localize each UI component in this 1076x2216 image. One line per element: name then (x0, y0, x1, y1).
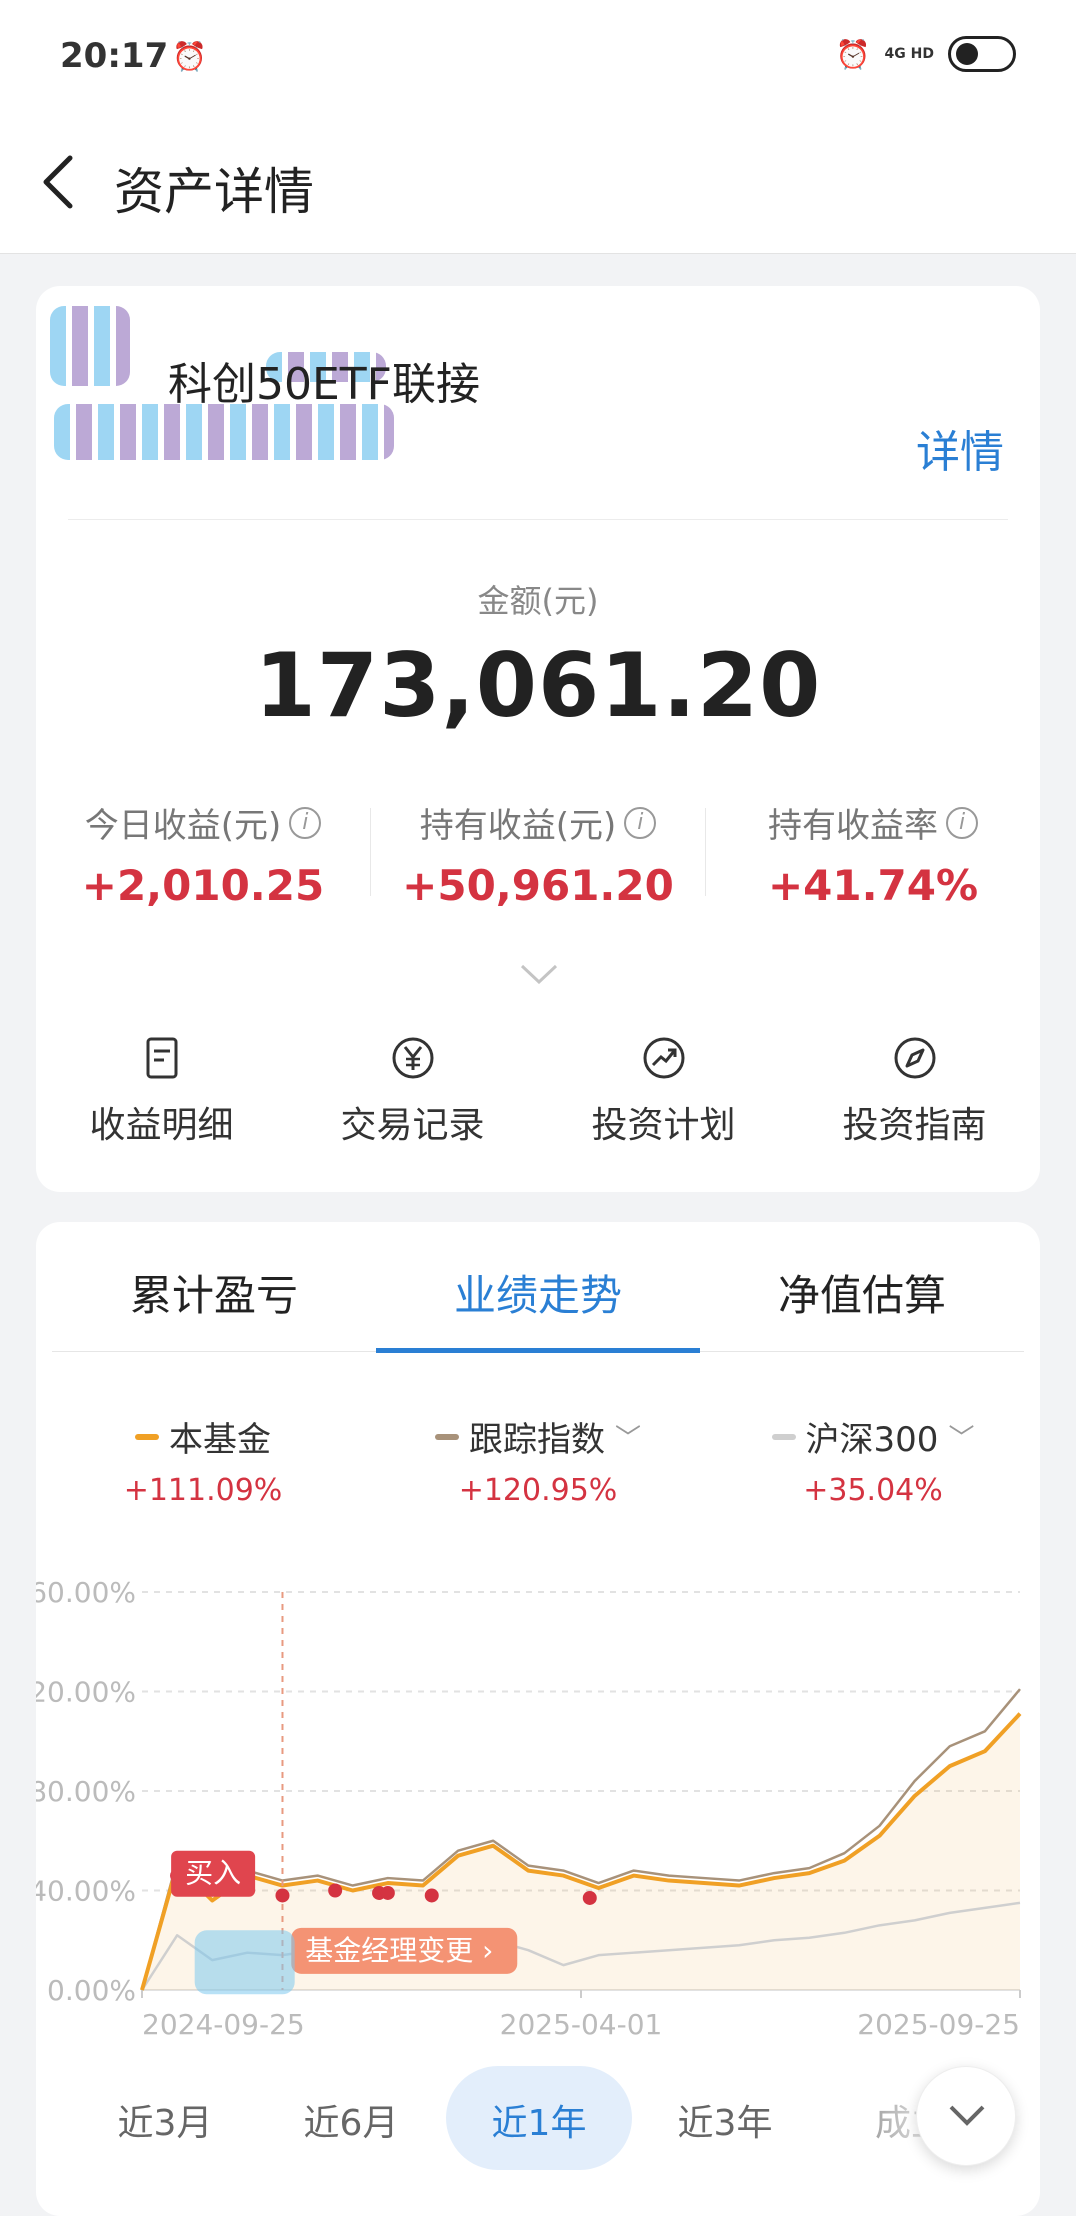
stat-holding-yield[interactable]: 持有收益率 i +41.74% (706, 798, 1040, 910)
legend-swatch (135, 1433, 159, 1440)
fund-name: 科创50ETF联接 (168, 359, 480, 410)
action-label: 投资计划 (591, 1105, 736, 1146)
buy-point (424, 1888, 439, 1903)
info-icon[interactable]: i (624, 806, 657, 839)
legend-value: +120.95% (458, 1473, 618, 1508)
legend-value: +111.09% (123, 1473, 283, 1508)
stat-today-earnings[interactable]: 今日收益(元) i +2,010.25 (36, 798, 370, 910)
compass-icon (894, 1037, 935, 1079)
manager-change-label: 基金经理变更 › (305, 1934, 493, 1967)
app-header: 资产详情 (0, 112, 1076, 254)
tab-cumulative-pnl[interactable]: 累计盈亏 (52, 1262, 376, 1323)
y-tick-label: 0.00% (47, 1974, 136, 2007)
buy-point (328, 1883, 343, 1898)
stat-label: 持有收益(元) (419, 806, 617, 846)
buy-point (582, 1890, 597, 1905)
range-6m[interactable]: 近6月 (258, 2094, 444, 2146)
x-tick-label: 2025-09-25 (857, 2008, 1020, 2041)
amount-value: 173,061.20 (254, 634, 822, 737)
stat-label: 今日收益(元) (84, 806, 282, 846)
performance-chart[interactable]: 160.00% 120.00% 80.00% 40.00% 0.00%2024-09-2… (36, 1542, 1040, 2042)
legend-name: 沪深300 (805, 1420, 939, 1460)
y-tick-label: 40.00% (36, 1875, 136, 1908)
legend-swatch (434, 1433, 459, 1440)
fund-summary-card: 科创50ETF联接 详情 金额(元) 173,061.20 今日收益(元) i +… (36, 286, 1040, 1192)
stat-value: +50,961.20 (402, 861, 674, 910)
stat-holding-earnings[interactable]: 持有收益(元) i +50,961.20 (371, 798, 705, 910)
alarm-clock-icon: ⏰ (835, 37, 871, 71)
range-1y[interactable]: 近1年 (446, 2094, 632, 2146)
buy-tag-label: 买入 (185, 1857, 241, 1890)
stat-value: +2,010.25 (81, 861, 325, 910)
page-title: 资产详情 (114, 163, 314, 221)
detail-link[interactable]: 详情 (916, 416, 1004, 480)
action-investment-plan[interactable]: 投资计划 (538, 1036, 789, 1148)
x-tick-label: 2025-04-01 (500, 2008, 663, 2041)
network-label: 4G HD (884, 45, 934, 62)
action-label: 收益明细 (89, 1105, 234, 1146)
legend-swatch (771, 1433, 796, 1440)
range-3m[interactable]: 近3月 (72, 2094, 258, 2146)
privacy-mask (50, 306, 130, 386)
info-icon[interactable]: i (289, 806, 322, 839)
info-icon[interactable]: i (946, 806, 978, 839)
tab-nav-estimate[interactable]: 净值估算 (700, 1262, 1024, 1323)
chevron-down-icon[interactable] (520, 964, 558, 984)
action-investment-guide[interactable]: 投资指南 (789, 1036, 1040, 1148)
performance-card: 累计盈亏 业绩走势 净值估算 本基金 +111.09% 跟踪指数 ﹀ +120.9… (36, 1222, 1040, 2216)
tab-underline (376, 1348, 700, 1353)
status-indicators: ⏰ 4G HD (836, 36, 1016, 72)
legend-item[interactable]: 跟踪指数 ﹀ +120.95% (371, 1412, 705, 1508)
chart-legend: 本基金 +111.09% 跟踪指数 ﹀ +120.95% 沪深300 ﹀ +35.0… (36, 1412, 1040, 1512)
legend-item[interactable]: 本基金 +111.09% (36, 1412, 370, 1508)
privacy-mask (194, 1930, 295, 1995)
y-tick-label: 120.00% (36, 1676, 136, 1709)
status-time: 20:17 (60, 36, 169, 76)
action-row: 收益明细 交易记录 投资计划 投资指南 (36, 1036, 1040, 1156)
x-tick-label: 2024-09-25 (142, 2008, 305, 2041)
chevron-down-icon[interactable]: ﹀ (615, 1418, 641, 1455)
alarm-clock-icon: ⏰ (172, 40, 207, 73)
y-tick-label: 160.00% (36, 1576, 136, 1609)
expand-ranges-button[interactable] (916, 2066, 1016, 2166)
divider (68, 519, 1008, 520)
status-bar: 20:17 ⏰ ⏰ 4G HD (0, 0, 1076, 112)
action-earnings-detail[interactable]: 收益明细 (36, 1036, 287, 1148)
toggle-icon (948, 36, 1016, 72)
yen-circle-icon (392, 1037, 433, 1079)
legend-name: 跟踪指数 (468, 1420, 605, 1460)
chevron-down-icon[interactable]: ﹀ (948, 1418, 974, 1455)
range-3y[interactable]: 近3年 (632, 2094, 818, 2146)
chevron-left-icon[interactable] (36, 150, 86, 214)
buy-point (380, 1885, 395, 1900)
tab-performance-trend[interactable]: 业绩走势 (376, 1262, 700, 1323)
action-trade-records[interactable]: 交易记录 (287, 1036, 538, 1148)
document-icon (146, 1037, 177, 1079)
action-label: 投资指南 (842, 1105, 987, 1146)
chevron-down-icon (949, 2105, 985, 2126)
action-label: 交易记录 (340, 1105, 485, 1146)
stat-value: +41.74% (767, 861, 979, 910)
trend-circle-icon (643, 1037, 684, 1079)
privacy-mask (54, 404, 394, 460)
y-tick-label: 80.00% (36, 1775, 136, 1808)
performance-tabs: 累计盈亏 业绩走势 净值估算 (52, 1222, 1024, 1352)
legend-value: +35.04% (803, 1473, 943, 1508)
stat-label: 持有收益率 (768, 806, 938, 846)
earnings-stats: 今日收益(元) i +2,010.25 持有收益(元) i +50,961.20 持… (36, 798, 1040, 910)
buy-point (275, 1888, 290, 1903)
legend-name: 本基金 (169, 1420, 271, 1460)
legend-item[interactable]: 沪深300 ﹀ +35.04% (706, 1412, 1040, 1508)
amount-label: 金额(元) (477, 582, 599, 620)
